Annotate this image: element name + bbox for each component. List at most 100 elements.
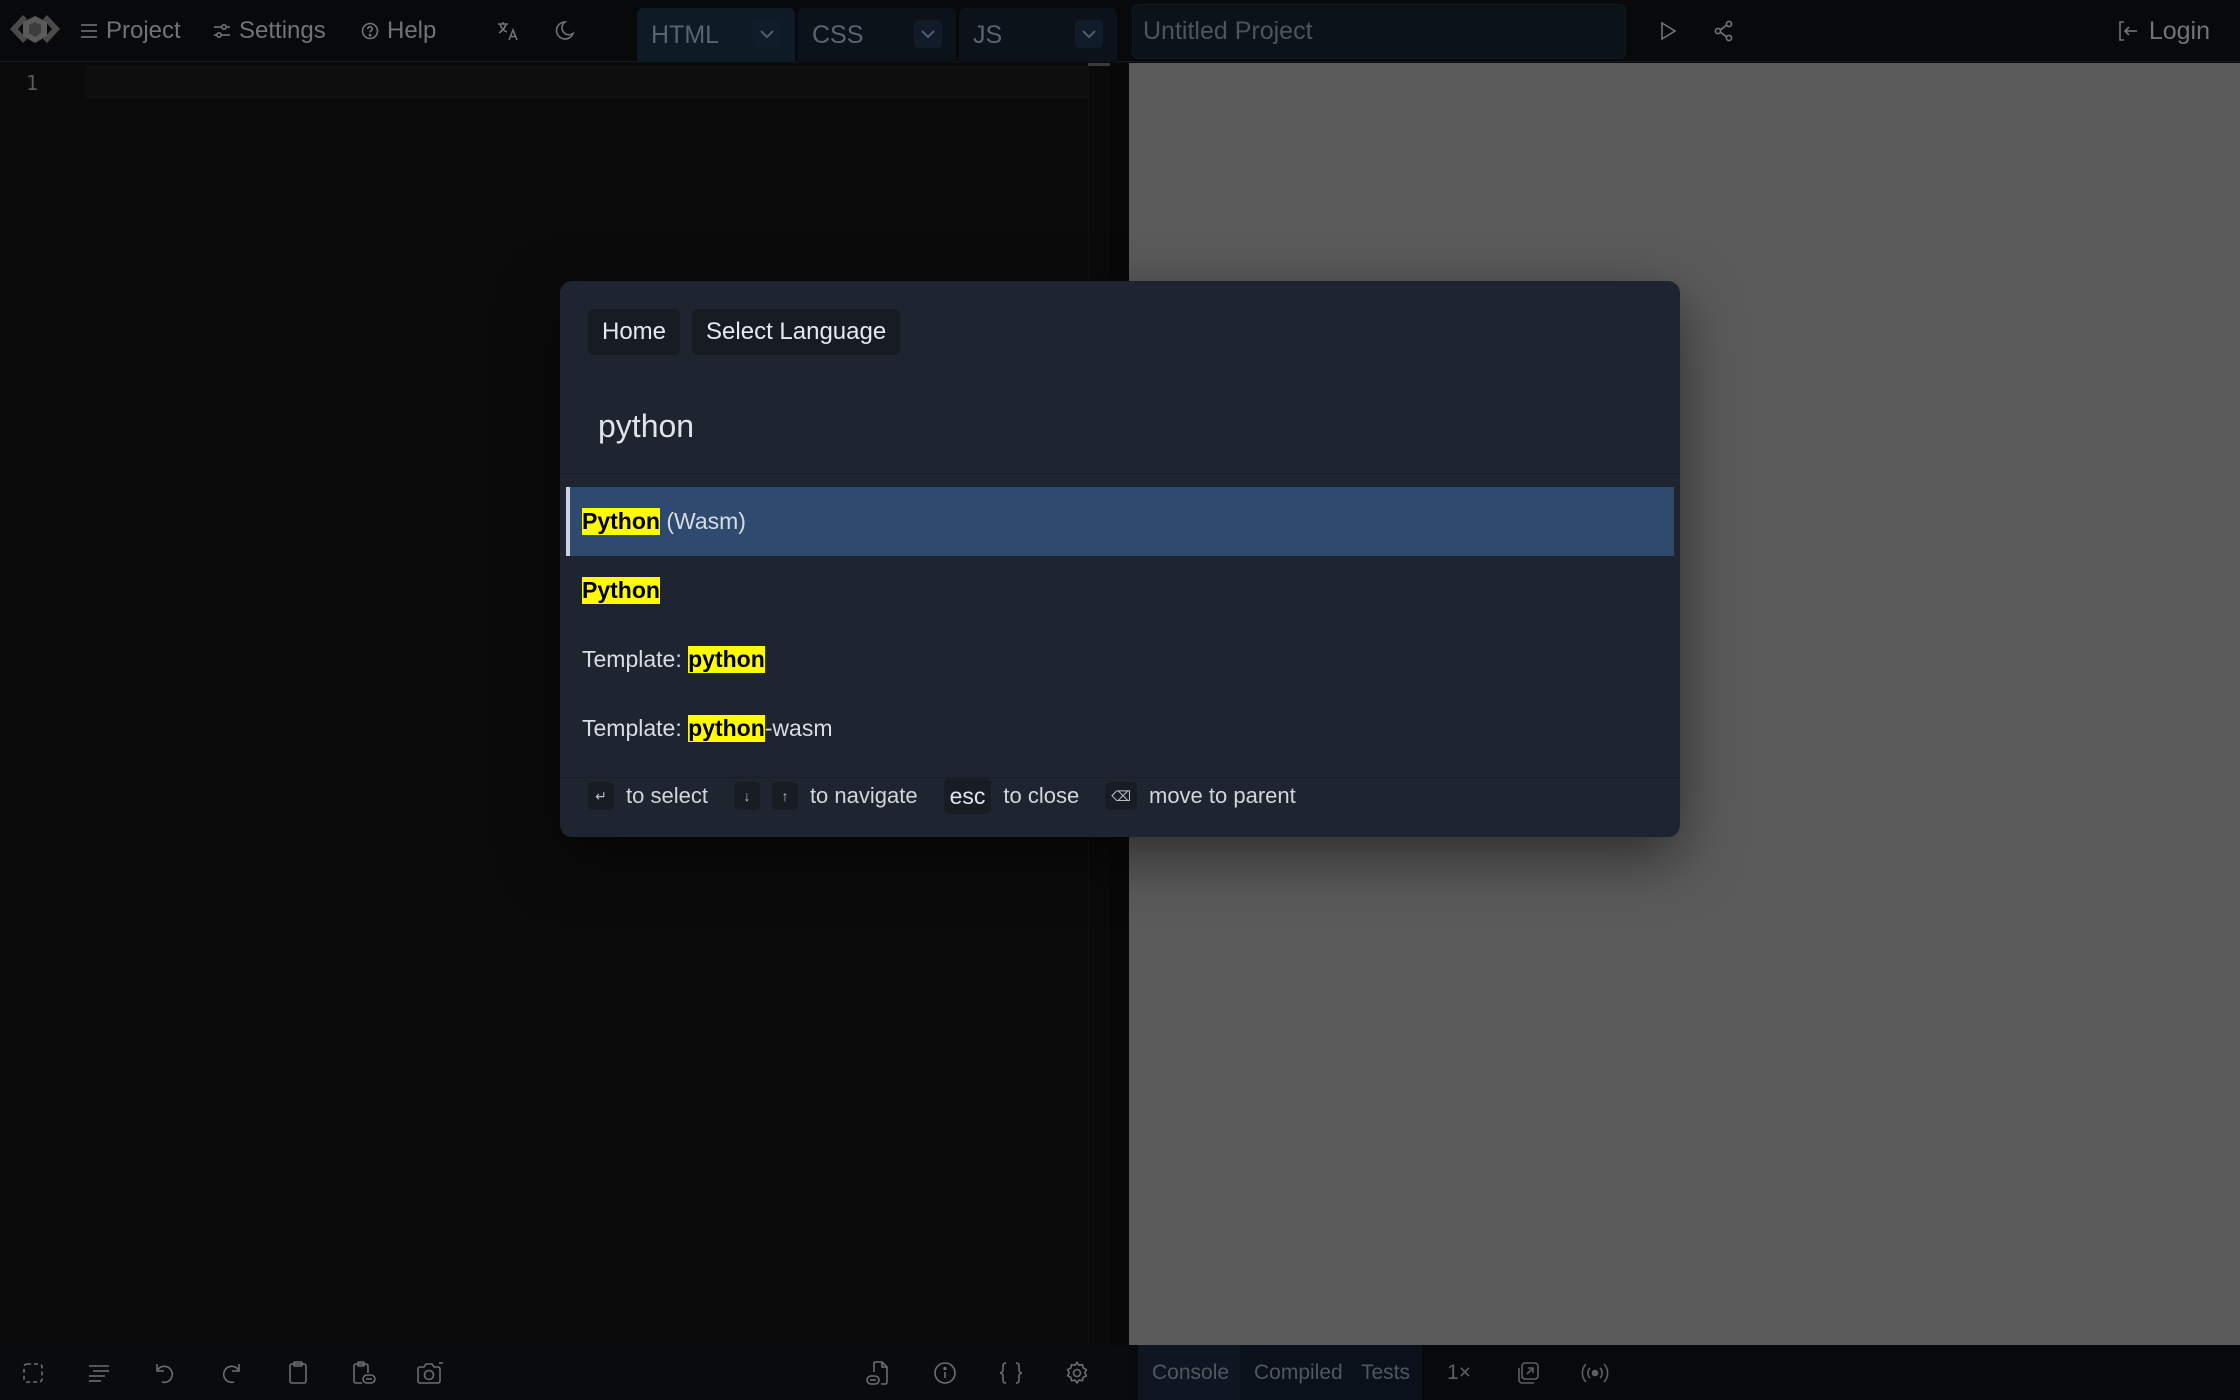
info-button[interactable] xyxy=(929,1357,961,1389)
result-item-template-python[interactable]: Template: python xyxy=(566,625,1674,694)
settings-menu-button[interactable]: Settings xyxy=(213,14,326,48)
zoom-button[interactable]: 1× xyxy=(1434,1345,1484,1400)
editor-settings-icon xyxy=(1066,1361,1088,1385)
tab-css-label: CSS xyxy=(812,20,864,49)
search-match-highlight: python xyxy=(688,715,765,742)
info-icon xyxy=(934,1362,956,1384)
parent-hint: move to parent xyxy=(1149,783,1296,808)
code-braces-button[interactable] xyxy=(995,1357,1027,1389)
result-prefix: Template: xyxy=(582,715,689,741)
breadcrumb-home[interactable]: Home xyxy=(588,309,681,355)
ui-language-button[interactable] xyxy=(492,15,524,47)
hamburger-icon xyxy=(81,24,97,38)
enter-key-icon: ↵ xyxy=(588,782,614,810)
settings-menu-label: Settings xyxy=(239,17,326,44)
chevron-down-icon xyxy=(760,30,774,38)
play-icon xyxy=(1661,21,1677,41)
format-icon xyxy=(89,1365,109,1382)
format-button[interactable] xyxy=(83,1357,115,1389)
focus-icon xyxy=(23,1363,43,1383)
breadcrumb: Home Select Language xyxy=(588,309,901,355)
copy-button[interactable] xyxy=(282,1357,314,1389)
tab-html[interactable]: HTML xyxy=(637,8,795,62)
project-title-input[interactable] xyxy=(1132,4,1626,59)
run-button[interactable] xyxy=(1652,15,1684,47)
editor-settings-button[interactable] xyxy=(1061,1357,1093,1389)
open-in-new-window-button[interactable] xyxy=(1503,1345,1553,1400)
divider xyxy=(560,473,1680,474)
editor-scrollbar-thumb[interactable] xyxy=(1088,63,1110,66)
screenshot-icon xyxy=(417,1362,443,1384)
breadcrumb-select-language[interactable]: Select Language xyxy=(692,309,901,355)
tab-css[interactable]: CSS xyxy=(798,8,956,62)
focus-mode-button[interactable] xyxy=(17,1357,49,1389)
tab-compiled[interactable]: Compiled xyxy=(1240,1345,1357,1400)
search-match-highlight: Python xyxy=(582,577,660,604)
translate-icon xyxy=(498,22,518,41)
current-line-highlight xyxy=(86,66,1110,98)
result-item-template-python-wasm[interactable]: Template: python -wasm xyxy=(566,694,1674,763)
result-item-python[interactable]: Python xyxy=(566,556,1674,625)
screenshot-button[interactable] xyxy=(414,1357,446,1389)
arrow-down-key-icon: ↓ xyxy=(733,782,760,810)
top-bar: Project Settings Help HTML CSS JS Untitl… xyxy=(0,0,2240,62)
chevron-down-icon xyxy=(1082,30,1096,38)
livecodes-logo-icon[interactable] xyxy=(6,6,64,52)
theme-toggle-button[interactable] xyxy=(548,15,580,47)
css-language-dropdown[interactable] xyxy=(914,20,942,48)
search-match-highlight: python xyxy=(688,646,765,673)
copy-as-url-button[interactable] xyxy=(348,1357,380,1389)
tab-tests-label: Tests xyxy=(1361,1360,1411,1384)
redo-icon xyxy=(223,1364,240,1384)
close-hint: to close xyxy=(1003,783,1080,808)
share-icon xyxy=(1714,20,1733,42)
copy-as-url-icon xyxy=(353,1361,376,1384)
sliders-icon xyxy=(214,23,230,39)
help-menu-label: Help xyxy=(387,17,437,44)
result-suffix: -wasm xyxy=(764,715,833,741)
zoom-label: 1× xyxy=(1447,1360,1471,1384)
tab-console-label: Console xyxy=(1152,1360,1230,1384)
tab-html-label: HTML xyxy=(651,20,720,49)
help-menu-button[interactable]: Help xyxy=(361,14,436,48)
backspace-key-icon: ⌫ xyxy=(1105,782,1137,810)
broadcast-icon xyxy=(1581,1362,1609,1383)
esc-key: esc xyxy=(943,778,992,814)
tab-js[interactable]: JS xyxy=(959,8,1117,62)
tab-tests[interactable]: Tests xyxy=(1347,1345,1424,1400)
js-language-dropdown[interactable] xyxy=(1075,20,1103,48)
undo-button[interactable] xyxy=(149,1357,181,1389)
search-match-highlight: Python xyxy=(582,508,660,535)
copy-icon xyxy=(289,1361,307,1384)
select-hint: to select xyxy=(626,783,708,808)
project-menu-label: Project xyxy=(106,17,181,44)
result-toolbar: Console Compiled Tests 1× xyxy=(1129,1345,2240,1400)
result-prefix: Template: xyxy=(582,646,689,672)
external-window-icon xyxy=(1518,1361,1539,1384)
arrow-up-key-icon: ↑ xyxy=(771,782,798,810)
login-button[interactable]: Login xyxy=(2117,14,2210,48)
external-resources-button[interactable] xyxy=(862,1357,894,1389)
code-braces-icon xyxy=(999,1362,1023,1384)
moon-icon xyxy=(555,21,575,40)
share-button[interactable] xyxy=(1708,15,1740,47)
chevron-down-icon xyxy=(921,30,935,38)
result-item-python-wasm[interactable]: Python (Wasm) xyxy=(566,487,1674,556)
result-suffix: (Wasm) xyxy=(659,508,746,534)
help-circle-icon xyxy=(361,22,379,40)
tab-compiled-label: Compiled xyxy=(1254,1360,1343,1384)
tab-js-label: JS xyxy=(973,20,1003,49)
results-list: Python (Wasm) Python Template: python Te… xyxy=(566,487,1674,763)
tab-console[interactable]: Console xyxy=(1138,1345,1240,1400)
line-number: 1 xyxy=(26,71,39,95)
command-menu-dialog: Home Select Language Python (Wasm) Pytho… xyxy=(560,281,1680,837)
keyboard-hints: ↵ to select ↓ ↑ to navigate esc to close… xyxy=(588,771,1322,821)
undo-icon xyxy=(156,1364,173,1384)
html-language-dropdown[interactable] xyxy=(753,20,781,48)
login-label: Login xyxy=(2148,16,2210,45)
broadcast-button[interactable] xyxy=(1565,1345,1625,1400)
project-menu-button[interactable]: Project xyxy=(80,14,181,48)
redo-button[interactable] xyxy=(215,1357,247,1389)
command-search-input[interactable] xyxy=(560,379,1680,473)
navigate-hint: to navigate xyxy=(809,783,918,808)
